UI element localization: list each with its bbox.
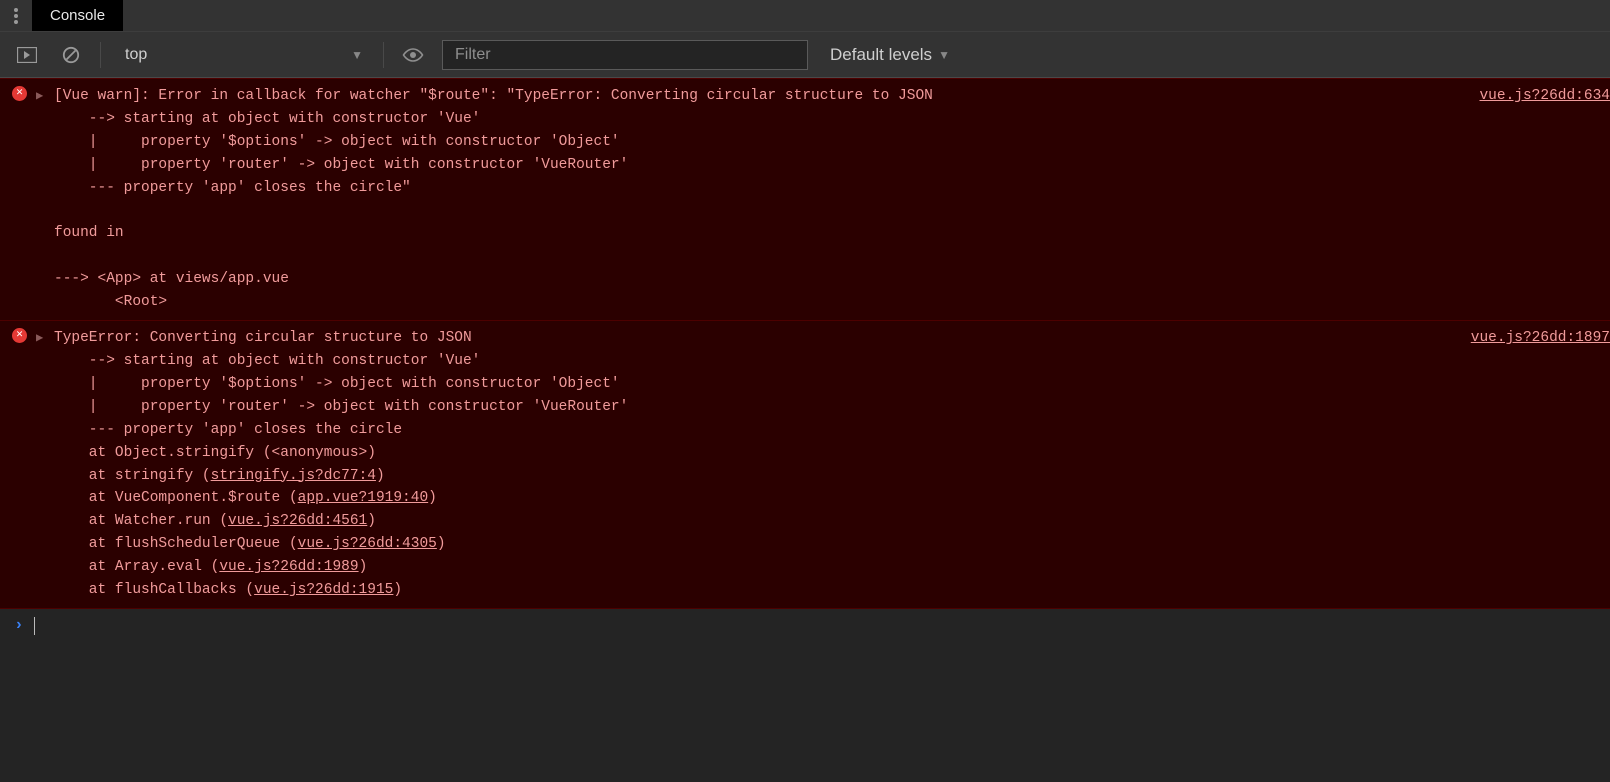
stack-link[interactable]: vue.js?26dd:1915 — [254, 582, 393, 598]
message-source: vue.js?26dd:634 — [1479, 85, 1610, 108]
toggle-sidebar-button[interactable] — [12, 40, 42, 70]
stack-link[interactable]: vue.js?26dd:4305 — [298, 536, 437, 552]
source-link[interactable]: vue.js?26dd:634 — [1479, 88, 1610, 104]
tab-label: Console — [50, 7, 105, 24]
clear-console-button[interactable] — [56, 40, 86, 70]
chevron-down-icon: ▼ — [938, 48, 950, 62]
live-expression-button[interactable] — [398, 40, 428, 70]
tabstrip: Console — [0, 0, 1610, 32]
console-toolbar: top ▼ Default levels ▼ — [0, 32, 1610, 78]
execution-context-select[interactable]: top ▼ — [115, 40, 369, 70]
error-icon: ✕ — [12, 328, 27, 343]
eye-icon — [402, 48, 424, 62]
prompt-caret-icon: › — [14, 613, 24, 638]
toolbar-separator — [383, 42, 384, 68]
context-label: top — [125, 46, 147, 64]
console-messages: ✕ ▶ vue.js?26dd:634 [Vue warn]: Error in… — [0, 78, 1610, 609]
console-message: ✕ ▶ vue.js?26dd:634 [Vue warn]: Error in… — [0, 78, 1610, 320]
console-prompt[interactable]: › — [0, 609, 1610, 643]
kebab-icon — [14, 8, 18, 24]
disclosure-triangle[interactable]: ▶ — [36, 87, 43, 106]
log-levels-select[interactable]: Default levels ▼ — [822, 45, 950, 65]
levels-label: Default levels — [830, 45, 932, 65]
source-link[interactable]: vue.js?26dd:1897 — [1471, 330, 1610, 346]
filter-input[interactable] — [442, 40, 808, 70]
message-body: TypeError: Converting circular structure… — [54, 327, 1596, 602]
sidebar-icon — [17, 47, 37, 63]
error-icon: ✕ — [12, 86, 27, 101]
stack-link[interactable]: vue.js?26dd:1989 — [219, 559, 358, 575]
message-body: [Vue warn]: Error in callback for watche… — [54, 85, 1596, 314]
message-source: vue.js?26dd:1897 — [1471, 327, 1610, 350]
tab-console[interactable]: Console — [32, 0, 123, 31]
text-cursor — [34, 617, 35, 635]
toolbar-separator — [100, 42, 101, 68]
chevron-down-icon: ▼ — [351, 48, 363, 62]
console-message: ✕ ▶ vue.js?26dd:1897 TypeError: Converti… — [0, 320, 1610, 609]
more-tabs-button[interactable] — [0, 0, 32, 31]
stack-link[interactable]: stringify.js?dc77:4 — [211, 468, 376, 484]
stack-link[interactable]: vue.js?26dd:4561 — [228, 513, 367, 529]
disclosure-triangle[interactable]: ▶ — [36, 329, 43, 348]
clear-icon — [62, 46, 80, 64]
stack-link[interactable]: app.vue?1919:40 — [298, 490, 429, 506]
